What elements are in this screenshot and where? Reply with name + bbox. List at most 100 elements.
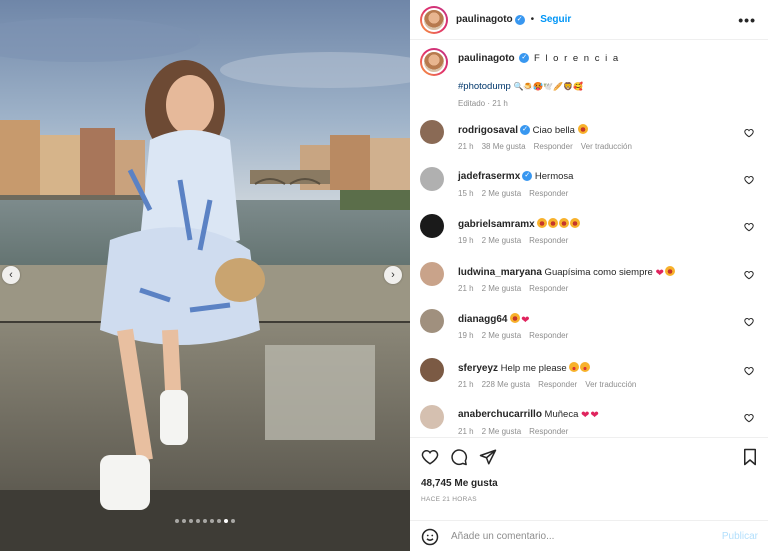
comment-text-line: dianagg64 ❤ <box>458 313 733 326</box>
post-side-panel: paulinagoto ✓ • Seguir ••• paulinagoto ✓… <box>410 0 768 551</box>
edited-label: Editado <box>458 99 486 108</box>
comment-item: ludwina_maryana Guapísima como siempre ❤… <box>420 262 758 308</box>
comment-time: 21 h <box>458 380 474 389</box>
comment-meta: 21 h 2 Me gusta Responder <box>458 284 576 293</box>
follow-button[interactable]: Seguir <box>540 14 571 25</box>
more-options-icon[interactable]: ••• <box>738 12 756 28</box>
comment-text-line: ludwina_maryana Guapísima como siempre ❤ <box>458 266 733 279</box>
publish-button[interactable]: Publicar <box>722 531 758 542</box>
comment-text-line: gabrielsamramx <box>458 218 733 230</box>
post-timestamp: HACE 21 HORAS <box>421 496 477 503</box>
photo-illustration <box>0 0 410 551</box>
add-comment-bar: Añade un comentario... Publicar <box>410 520 768 551</box>
comment-username[interactable]: jadefrasermx <box>458 171 520 182</box>
comment-icon[interactable] <box>450 448 468 466</box>
comment-body: Muñeca <box>541 409 581 420</box>
heart-icon[interactable] <box>421 448 439 466</box>
comment-text-line: sferyeyz Help me please <box>458 362 733 374</box>
reply-button[interactable]: Responder <box>529 284 568 293</box>
avatar[interactable] <box>420 5 448 34</box>
avatar[interactable] <box>420 309 444 333</box>
comment-likes[interactable]: 2 Me gusta <box>482 189 522 198</box>
emoji-icon <box>580 362 591 372</box>
comment-username[interactable]: rodrigosaval <box>458 125 518 136</box>
reply-button[interactable]: Responder <box>538 380 577 389</box>
caption-text: F l o r e n c i a <box>533 53 620 64</box>
likes-count[interactable]: 48,745 Me gusta <box>421 478 498 489</box>
carousel-dot <box>210 519 214 523</box>
reply-button[interactable]: Responder <box>529 427 568 436</box>
carousel-dot <box>182 519 186 523</box>
avatar[interactable] <box>420 405 444 429</box>
avatar[interactable] <box>420 214 444 238</box>
comment-time: 19 h <box>458 331 474 340</box>
comment-username[interactable]: anaberchucarrillo <box>458 409 542 420</box>
action-bar: 48,745 Me gusta HACE 21 HORAS <box>410 437 768 517</box>
comment-likes[interactable]: 2 Me gusta <box>482 427 522 436</box>
comment-username[interactable]: dianagg64 <box>458 314 507 325</box>
reply-button[interactable]: Responder <box>534 142 573 151</box>
emoji-icon[interactable] <box>421 528 439 546</box>
like-comment-heart-icon[interactable] <box>744 175 754 187</box>
caption-avatar[interactable] <box>420 48 448 76</box>
heart-emoji-icon: ❤ <box>521 315 530 326</box>
carousel-dot <box>203 519 207 523</box>
comments-list[interactable]: paulinagoto ✓ F l o r e n c i a #photodu… <box>410 40 768 437</box>
like-comment-heart-icon[interactable] <box>744 317 754 329</box>
comment-likes[interactable]: 2 Me gusta <box>482 331 522 340</box>
emoji-icon <box>569 362 580 372</box>
share-icon[interactable] <box>479 448 497 466</box>
verified-icon: ✓ <box>520 125 531 136</box>
comment-time: 21 h <box>458 284 474 293</box>
comment-likes[interactable]: 38 Me gusta <box>482 142 526 151</box>
post-header: paulinagoto ✓ • Seguir ••• <box>410 0 768 40</box>
reply-button[interactable]: Responder <box>529 236 568 245</box>
avatar[interactable] <box>420 262 444 286</box>
heart-emoji-icon: ❤ <box>590 410 599 421</box>
avatar[interactable] <box>420 358 444 382</box>
comment-username[interactable]: ludwina_maryana <box>458 267 542 278</box>
heart-emoji-icon: ❤ <box>655 268 664 279</box>
comment-input[interactable]: Añade un comentario... <box>451 531 554 542</box>
caption-emojis: 🔍🍮🥵🕊️🥖🦁🥰 <box>513 82 584 91</box>
comment-likes[interactable]: 2 Me gusta <box>482 236 522 245</box>
emoji-icon <box>577 124 588 134</box>
comment-meta: 21 h 2 Me gusta Responder <box>458 427 576 436</box>
avatar[interactable] <box>420 167 444 191</box>
comment-username[interactable]: gabrielsamramx <box>458 219 535 230</box>
caption-username[interactable]: paulinagoto <box>458 53 515 64</box>
comment-meta: 21 h 228 Me gusta Responder Ver traducción <box>458 380 644 389</box>
comment-body: Guapísima como siempre <box>541 267 656 278</box>
instagram-post-viewer: ‹ › paulinagoto ✓ • Seguir ••• paulinago… <box>0 0 768 551</box>
translate-button[interactable]: Ver traducción <box>581 142 632 151</box>
hashtag-link[interactable]: #photodump <box>458 81 511 92</box>
bookmark-icon[interactable] <box>742 448 758 466</box>
like-comment-heart-icon[interactable] <box>744 366 754 378</box>
like-comment-heart-icon[interactable] <box>744 222 754 234</box>
emoji-icon <box>559 218 570 228</box>
separator-dot: • <box>530 14 535 25</box>
reply-button[interactable]: Responder <box>529 331 568 340</box>
post-username[interactable]: paulinagoto <box>456 14 513 25</box>
comment-meta: 21 h 38 Me gusta Responder Ver traducción <box>458 142 640 151</box>
like-comment-heart-icon[interactable] <box>744 128 754 140</box>
chevron-left-icon[interactable]: ‹ <box>2 266 20 284</box>
emoji-icon <box>548 218 559 228</box>
translate-button[interactable]: Ver traducción <box>585 380 636 389</box>
reply-button[interactable]: Responder <box>529 189 568 198</box>
comment-likes[interactable]: 2 Me gusta <box>482 284 522 293</box>
comment-username[interactable]: sferyeyz <box>458 363 498 374</box>
comment-time: 21 h <box>458 427 474 436</box>
comment-meta: 15 h 2 Me gusta Responder <box>458 189 576 198</box>
carousel-dot <box>189 519 193 523</box>
post-photo[interactable]: ‹ › <box>0 0 410 551</box>
avatar[interactable] <box>420 120 444 144</box>
comment-meta: 19 h 2 Me gusta Responder <box>458 236 576 245</box>
comment-likes[interactable]: 228 Me gusta <box>482 380 530 389</box>
comment-time: 21 h <box>458 142 474 151</box>
chevron-right-icon[interactable]: › <box>384 266 402 284</box>
verified-icon: ✓ <box>519 53 530 64</box>
like-comment-heart-icon[interactable] <box>744 270 754 282</box>
carousel-dot <box>224 519 228 523</box>
like-comment-heart-icon[interactable] <box>744 413 754 425</box>
